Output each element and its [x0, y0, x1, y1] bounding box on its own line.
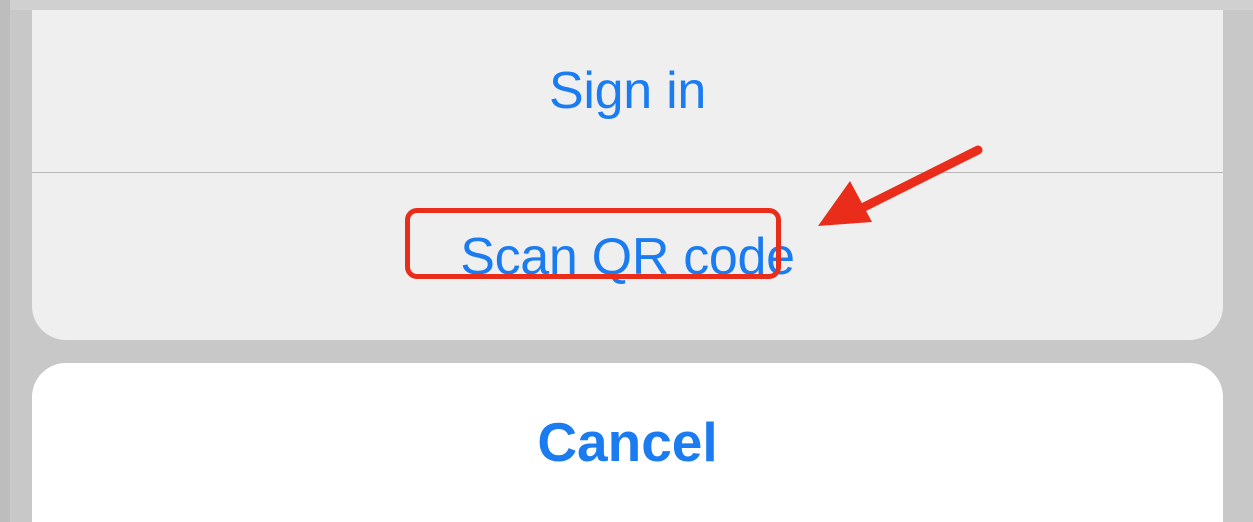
sign-in-button[interactable]: Sign in: [32, 10, 1223, 172]
scan-qr-code-label: Scan QR code: [460, 227, 795, 286]
cancel-button[interactable]: Cancel: [32, 363, 1223, 522]
action-sheet-group: Sign in Scan QR code: [32, 10, 1223, 340]
sign-in-label: Sign in: [549, 62, 706, 120]
cancel-label: Cancel: [537, 411, 718, 473]
backdrop-top: [0, 0, 1253, 10]
backdrop-left: [0, 0, 10, 522]
scan-qr-code-button[interactable]: Scan QR code: [32, 173, 1223, 340]
